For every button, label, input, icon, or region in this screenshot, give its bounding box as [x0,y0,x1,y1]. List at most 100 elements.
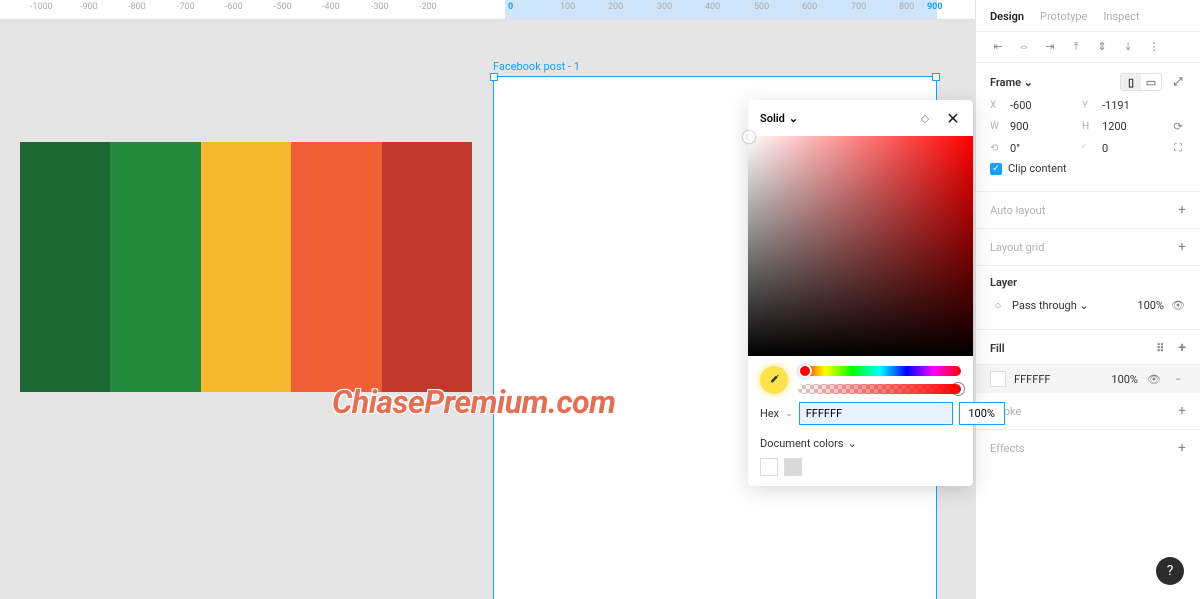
ruler-tick: 400 [705,2,720,12]
eyedropper-button[interactable] [760,366,788,394]
add-effect-button[interactable]: + [1178,440,1186,456]
ruler-tick: 600 [802,2,817,12]
fill-opacity-input[interactable]: 100% [1111,373,1138,386]
corner-radius-input[interactable]: 0 [1102,142,1146,155]
chevron-down-icon: ⌄ [1024,76,1033,89]
inspector-panel: Design Prototype Inspect ⇤ ⇔ ⇥ ⤒ ⇕ ⤓ ⋮ F… [975,0,1200,599]
alpha-knob[interactable] [951,382,965,396]
ruler-tick: -900 [80,2,98,12]
ruler-tick: 200 [608,2,623,12]
ruler-tick: -400 [322,2,340,12]
chevron-down-icon: ⌄ [848,437,857,450]
eyedropper-icon [767,373,781,387]
hue-slider[interactable] [798,366,961,376]
ruler-tick: 100 [560,2,575,12]
portrait-icon[interactable]: ▯ [1121,74,1141,90]
x-input[interactable]: -600 [1010,99,1054,112]
sv-cursor[interactable] [743,131,755,143]
rotation-input[interactable]: 0° [1010,142,1054,155]
palette-swatch [382,142,472,392]
opacity-input[interactable] [959,402,1005,425]
ruler-tick: -300 [371,2,389,12]
horizontal-ruler: -1000-900-800-700-600-500-400-300-200010… [0,0,975,20]
orientation-toggle[interactable]: ▯ ▭ [1120,73,1162,91]
blend-mode-icon[interactable]: ○ [990,297,1006,313]
add-auto-layout-button[interactable]: + [1178,202,1186,218]
frame-name-label[interactable]: Facebook post - 1 [493,60,580,73]
align-hcenter-icon[interactable]: ⇔ [1016,40,1032,54]
visibility-icon[interactable]: 👁 [1170,297,1186,313]
fill-row: FFFFFF 100% 👁 − [976,365,1200,393]
align-vcenter-icon[interactable]: ⇕ [1094,40,1110,54]
ruler-tick: 700 [851,2,866,12]
watermark-text: ChiasePremium.com [332,383,616,421]
h-input[interactable]: 1200 [1102,120,1146,133]
landscape-icon[interactable]: ▭ [1141,74,1161,90]
blend-mode-dropdown[interactable]: Pass through ⌄ [1012,299,1089,312]
ruler-tick: -500 [274,2,292,12]
color-model-dropdown[interactable]: Hex [760,407,779,420]
add-stroke-button[interactable]: + [1178,403,1186,419]
visibility-icon[interactable]: 👁 [1146,371,1162,387]
clip-content-checkbox[interactable]: ✓ [990,163,1002,175]
corner-radius-icon: ◜ [1082,143,1096,154]
resize-handle-tl[interactable] [490,73,498,81]
align-bottom-icon[interactable]: ⤓ [1120,40,1136,54]
remove-fill-button[interactable]: − [1170,371,1186,387]
fill-swatch[interactable] [990,371,1006,387]
add-layout-grid-button[interactable]: + [1178,239,1186,255]
hue-knob[interactable] [798,364,812,378]
doc-swatch[interactable] [760,458,778,476]
distribute-icon[interactable]: ⋮ [1146,40,1162,54]
y-label: Y [1082,100,1096,111]
palette-swatch [201,142,291,392]
chevron-down-icon: ⌄ [785,409,793,419]
fill-type-dropdown[interactable]: Solid ⌄ [760,112,798,125]
alpha-slider[interactable] [798,384,961,394]
document-swatches [760,458,961,476]
doc-swatch[interactable] [784,458,802,476]
tab-design[interactable]: Design [990,10,1024,23]
resize-handle-tr[interactable] [932,73,940,81]
style-icon[interactable]: ⠿ [1152,340,1168,356]
h-label: H [1082,121,1096,132]
help-button[interactable]: ? [1156,557,1184,585]
rotation-icon: ⟲ [990,143,1004,154]
palette-swatch [110,142,200,392]
document-colors-dropdown[interactable]: Document colors ⌄ [760,437,961,450]
hex-input[interactable] [799,402,953,425]
effects-section-title: Effects [990,442,1025,455]
ruler-tick: -1000 [30,2,53,12]
palette-swatch [20,142,110,392]
constrain-proportions-icon[interactable]: ⟳ [1170,118,1186,134]
resize-to-fit-icon[interactable]: ⤢ [1170,74,1186,90]
ruler-tick: -700 [177,2,195,12]
w-label: W [990,121,1004,132]
ruler-tick: 900 [927,2,943,12]
w-input[interactable]: 900 [1010,120,1054,133]
blend-mode-icon[interactable]: ◇ [917,110,933,126]
y-input[interactable]: -1191 [1102,99,1146,112]
ruler-tick: -600 [225,2,243,12]
palette-swatch [291,142,381,392]
align-right-icon[interactable]: ⇥ [1042,40,1058,54]
frame-dropdown[interactable]: Frame ⌄ [990,76,1033,89]
tab-prototype[interactable]: Prototype [1040,10,1087,23]
fill-section-title: Fill [990,342,1005,355]
chevron-down-icon: ⌄ [1080,299,1089,312]
align-top-icon[interactable]: ⤒ [1068,40,1084,54]
alignment-controls: ⇤ ⇔ ⇥ ⤒ ⇕ ⤓ ⋮ [976,32,1200,63]
saturation-value-field[interactable] [748,136,973,356]
close-icon[interactable]: ✕ [945,110,961,126]
ruler-tick: -200 [419,2,437,12]
ruler-tick: -800 [128,2,146,12]
add-fill-button[interactable]: + [1178,340,1186,356]
tab-inspect[interactable]: Inspect [1103,10,1139,23]
layer-opacity-input[interactable]: 100% [1137,299,1164,312]
fill-hex-input[interactable]: FFFFFF [1014,373,1050,386]
ruler-tick: 800 [899,2,914,12]
layer-section-title: Layer [990,276,1017,289]
align-left-icon[interactable]: ⇤ [990,40,1006,54]
independent-corners-icon[interactable]: ⛶ [1170,140,1186,156]
layout-grid-title: Layout grid [990,241,1044,254]
